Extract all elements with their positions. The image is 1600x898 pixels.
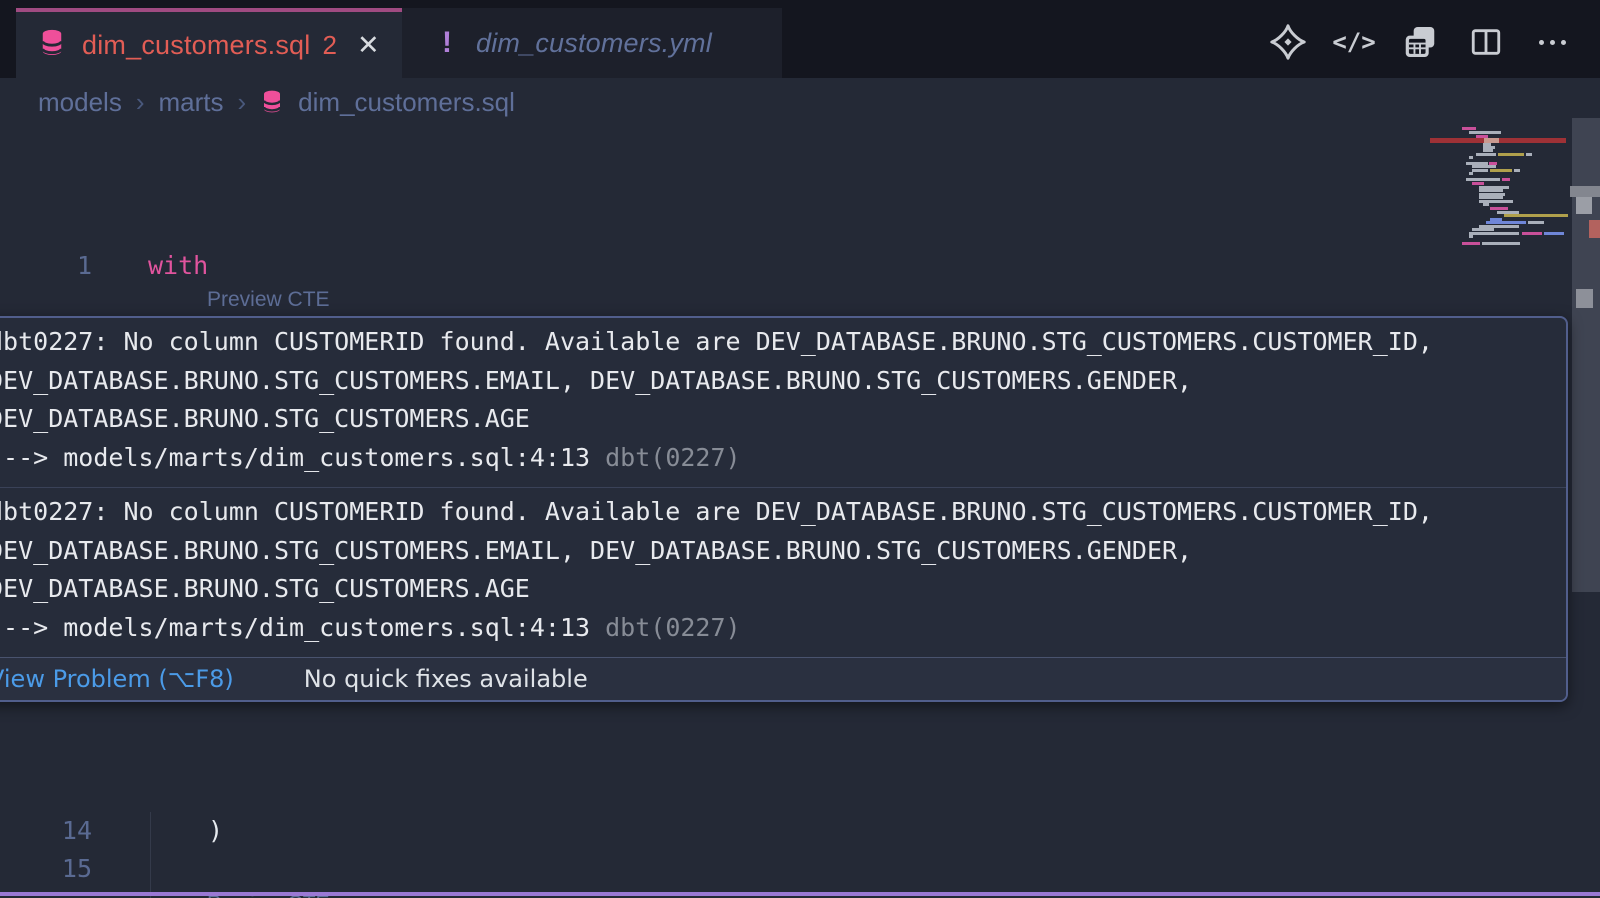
minimap-line	[1528, 221, 1544, 224]
minimap-line	[1469, 131, 1501, 134]
minimap-line	[1483, 149, 1493, 152]
editor-actions: </>	[1268, 22, 1572, 62]
minimap-line	[1479, 196, 1503, 199]
minimap-line	[1462, 242, 1480, 245]
chevron-right-icon: ›	[238, 87, 247, 118]
dbt-logo-icon[interactable]	[1268, 22, 1308, 62]
line-number: 1	[0, 247, 92, 285]
minimap-line	[1476, 153, 1496, 156]
minimap-line	[1490, 169, 1512, 172]
minimap-line	[1486, 221, 1526, 224]
error-message: dbt0227: No column CUSTOMERID found. Ava…	[0, 487, 1566, 657]
breadcrumb: models › marts › dim_customers.sql	[38, 82, 515, 122]
line-number: 14	[0, 812, 92, 850]
query-results-icon[interactable]	[1400, 22, 1440, 62]
code-line[interactable]: 1 with	[0, 247, 1600, 285]
minimap-line	[1462, 127, 1476, 130]
minimap-line	[1479, 189, 1503, 192]
breadcrumb-item-marts[interactable]: marts	[159, 87, 224, 118]
error-message-line: DEV_DATABASE.BRUNO.STG_CUSTOMERS.EMAIL, …	[0, 532, 1566, 571]
overview-ruler-mark	[1576, 289, 1593, 308]
tab-label: dim_customers.yml	[476, 28, 712, 59]
tab-dim-customers-yml[interactable]: ! dim_customers.yml	[402, 8, 782, 78]
minimap-line	[1482, 242, 1520, 245]
error-message-line: dbt0227: No column CUSTOMERID found. Ava…	[0, 493, 1566, 532]
error-code: dbt(0227)	[605, 613, 740, 642]
code-icon[interactable]: </>	[1334, 22, 1374, 62]
error-location: --> models/marts/dim_customers.sql:4:13 …	[0, 439, 1566, 478]
minimap-line	[1472, 228, 1494, 231]
tab-modified-badge: 2	[322, 30, 336, 61]
overview-ruler-mark	[1570, 186, 1600, 197]
hover-status-bar: View Problem (⌥F8) No quick fixes availa…	[0, 657, 1566, 700]
minimap-line	[1469, 232, 1519, 235]
preview-cte-lens[interactable]: Preview CTE	[207, 284, 330, 316]
error-code: dbt(0227)	[605, 443, 740, 472]
more-actions-icon[interactable]	[1532, 22, 1572, 62]
code-lens[interactable]: Preview CTE	[0, 284, 1600, 316]
database-icon	[38, 28, 66, 63]
indent-guide	[150, 812, 151, 850]
editor-window: dim_customers.sql 2 ✕ ! dim_customers.ym…	[0, 0, 1600, 898]
minimap-line	[1472, 165, 1496, 168]
panel-sash[interactable]	[0, 892, 1600, 896]
tab-bar: dim_customers.sql 2 ✕ ! dim_customers.ym…	[0, 0, 1600, 78]
overview-ruler-mark	[1576, 197, 1592, 214]
split-editor-icon[interactable]	[1466, 22, 1506, 62]
tab-label: dim_customers.sql	[82, 30, 310, 61]
error-message-line: dbt0227: No column CUSTOMERID found. Ava…	[0, 323, 1566, 362]
error-hover-popup: dbt0227: No column CUSTOMERID found. Ava…	[0, 316, 1568, 702]
minimap-line	[1469, 235, 1473, 238]
error-message-line: DEV_DATABASE.BRUNO.STG_CUSTOMERS.AGE	[0, 570, 1566, 609]
minimap-line	[1469, 156, 1473, 159]
code-line[interactable]: 15	[0, 850, 1600, 888]
error-location: --> models/marts/dim_customers.sql:4:13 …	[0, 609, 1566, 648]
minimap-line	[1469, 172, 1473, 175]
minimap-line	[1472, 169, 1488, 172]
minimap-line	[1483, 203, 1489, 206]
indent-guide	[150, 850, 151, 888]
code-text: with	[148, 247, 208, 285]
error-message-line: DEV_DATABASE.BRUNO.STG_CUSTOMERS.AGE	[0, 400, 1566, 439]
minimap-line	[1504, 214, 1568, 217]
minimap-line	[1544, 232, 1564, 235]
error-message: dbt0227: No column CUSTOMERID found. Ava…	[0, 318, 1566, 487]
breadcrumb-item-models[interactable]: models	[38, 87, 122, 118]
minimap-line	[1526, 153, 1532, 156]
minimap-line	[1472, 182, 1484, 185]
minimap-line	[1466, 178, 1500, 181]
no-quick-fixes-label: No quick fixes available	[304, 665, 588, 693]
view-problem-link[interactable]: View Problem (⌥F8)	[0, 665, 234, 693]
code-line[interactable]: 14)	[0, 812, 1600, 850]
overview-ruler-mark	[1589, 220, 1600, 238]
breadcrumb-item-file[interactable]: dim_customers.sql	[298, 87, 515, 118]
minimap-line	[1514, 169, 1520, 172]
minimap[interactable]	[1430, 122, 1568, 318]
close-icon[interactable]: ✕	[357, 30, 380, 61]
chevron-right-icon: ›	[136, 87, 145, 118]
code-text: )	[208, 812, 223, 850]
database-icon	[260, 87, 284, 118]
error-message-line: DEV_DATABASE.BRUNO.STG_CUSTOMERS.EMAIL, …	[0, 362, 1566, 401]
minimap-line	[1522, 232, 1542, 235]
minimap-line	[1490, 207, 1508, 210]
vertical-scrollbar[interactable]	[1570, 78, 1600, 898]
line-number: 15	[0, 850, 92, 888]
tab-dim-customers-sql[interactable]: dim_customers.sql 2 ✕	[16, 8, 402, 78]
minimap-line	[1498, 153, 1524, 156]
warning-icon: !	[442, 26, 452, 60]
minimap-line	[1502, 178, 1510, 181]
